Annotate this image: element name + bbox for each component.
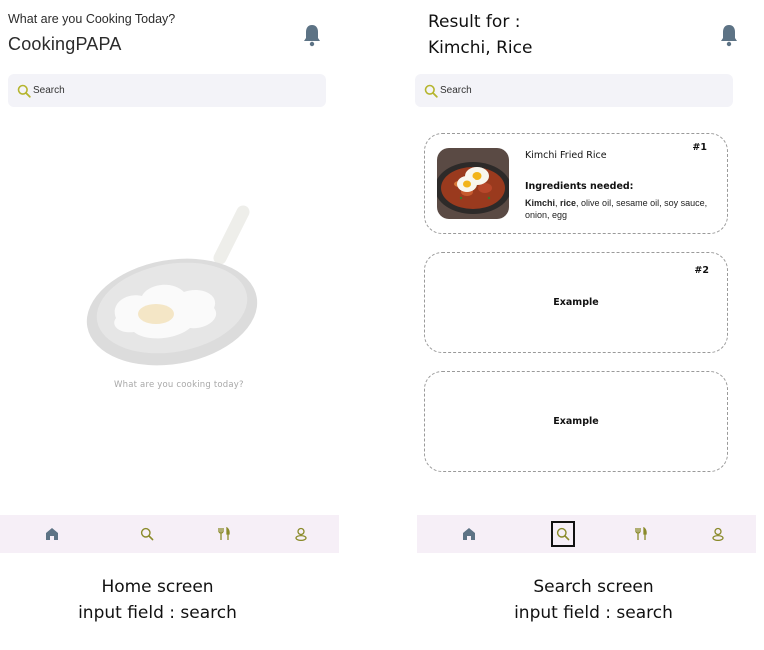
dish-title: Example bbox=[553, 297, 599, 308]
search-icon bbox=[424, 84, 438, 98]
bell-icon[interactable] bbox=[302, 23, 322, 52]
nav-recipes[interactable] bbox=[213, 523, 235, 545]
frying-pan-illustration bbox=[86, 205, 258, 366]
dish-title: Example bbox=[553, 416, 599, 427]
nav-home[interactable] bbox=[41, 523, 63, 545]
matched-ingredient: rice bbox=[560, 198, 577, 208]
nav-profile[interactable] bbox=[290, 523, 312, 545]
dish-title: Kimchi Fried Rice bbox=[525, 150, 607, 161]
ingredients-list: Kimchi, rice, olive oil, sesame oil, soy… bbox=[525, 198, 708, 220]
home-icon bbox=[46, 528, 58, 540]
result-card[interactable]: Example bbox=[424, 371, 728, 472]
rank-label: #1 bbox=[692, 142, 707, 153]
matched-ingredient: Kimchi bbox=[525, 198, 556, 208]
home-icon bbox=[463, 528, 475, 540]
bell-icon[interactable] bbox=[719, 23, 739, 52]
search-icon bbox=[556, 527, 570, 541]
search-caption: Search screen input field : search bbox=[476, 574, 711, 626]
search-input[interactable] bbox=[33, 85, 293, 96]
empty-state-text: What are you cooking today? bbox=[114, 380, 244, 390]
utensils-icon bbox=[635, 527, 647, 540]
search-bar[interactable] bbox=[415, 74, 733, 107]
result-card[interactable]: #1 Kimchi Fried Rice Ingredients needed:… bbox=[424, 133, 728, 234]
home-caption-line2: input field : search bbox=[78, 603, 237, 623]
ingredients-heading: Ingredients needed: bbox=[525, 181, 634, 192]
result-card[interactable]: #2 Example bbox=[424, 252, 728, 353]
search-caption-line1: Search screen bbox=[533, 577, 654, 597]
home-caption: Home screen input field : search bbox=[40, 574, 275, 626]
search-caption-line2: input field : search bbox=[514, 603, 673, 623]
utensils-icon bbox=[218, 527, 230, 540]
nav-profile[interactable] bbox=[707, 523, 729, 545]
nav-recipes[interactable] bbox=[630, 523, 652, 545]
search-query: Kimchi, Rice bbox=[428, 38, 533, 58]
profile-icon bbox=[295, 527, 307, 541]
app-title: CookingPAPA bbox=[8, 34, 122, 54]
search-icon bbox=[17, 84, 31, 98]
rank-label: #2 bbox=[694, 265, 709, 276]
home-caption-line1: Home screen bbox=[101, 577, 214, 597]
result-label: Result for : bbox=[428, 12, 521, 32]
nav-search[interactable] bbox=[136, 523, 158, 545]
search-bar[interactable] bbox=[8, 74, 326, 107]
bottom-nav bbox=[0, 515, 339, 553]
search-icon bbox=[140, 527, 154, 541]
profile-icon bbox=[712, 527, 724, 541]
bottom-nav bbox=[417, 515, 756, 553]
greeting-text: What are you Cooking Today? bbox=[8, 12, 176, 26]
search-input[interactable] bbox=[440, 85, 700, 96]
dish-photo bbox=[437, 148, 509, 219]
nav-home[interactable] bbox=[458, 523, 480, 545]
nav-search[interactable] bbox=[551, 521, 575, 547]
